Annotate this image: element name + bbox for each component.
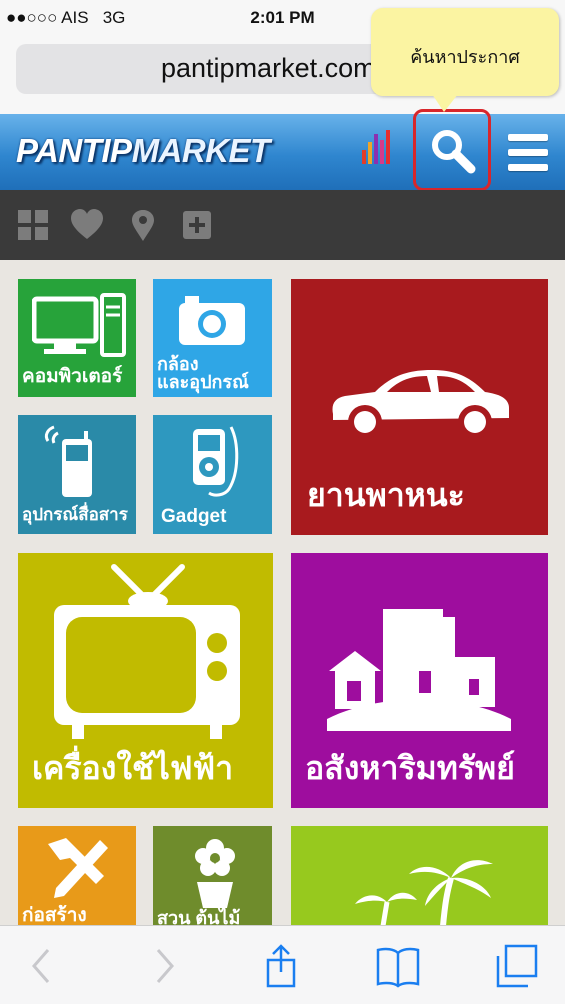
tile-label: สวน ต้นไม้ [157, 908, 241, 926]
tile-garden[interactable]: สวน ต้นไม้ [153, 826, 272, 926]
computer-icon [32, 293, 126, 357]
tile-real-estate[interactable]: อสังหาริมทรัพย์ [291, 553, 548, 808]
phone-icon [44, 425, 92, 497]
plus-icon[interactable] [180, 208, 214, 242]
tile-communication[interactable]: อุปกรณ์สื่อสาร [18, 415, 136, 534]
tile-label: คอมพิวเตอร์ [22, 366, 123, 387]
tile-label: ก่อสร้าง [22, 905, 87, 926]
tile-label: ยานพาหนะ [307, 477, 465, 513]
buildings-icon [327, 609, 511, 731]
forward-icon[interactable] [140, 944, 184, 988]
pantipmarket-logo[interactable]: PANTIPMARKET [16, 132, 270, 170]
tools-icon [48, 838, 108, 898]
search-button[interactable] [413, 109, 491, 191]
back-icon[interactable] [22, 944, 66, 988]
tile-label: กล้อง และอุปกรณ์ [157, 354, 249, 392]
share-icon[interactable] [260, 944, 304, 988]
ipod-icon [193, 426, 239, 497]
equalizer-icon [362, 130, 390, 164]
menu-button[interactable] [508, 132, 548, 172]
plant-icon [195, 839, 235, 908]
location-pin-icon[interactable] [126, 208, 160, 242]
bookmarks-icon[interactable] [376, 944, 420, 988]
tile-label: อสังหาริมทรัพย์ [305, 750, 515, 786]
tile-label: เครื่องใช้ไฟฟ้า [32, 750, 234, 786]
tv-icon [54, 564, 240, 739]
browser-bottom-bar [0, 925, 565, 1004]
search-icon [432, 130, 476, 174]
tile-construction[interactable]: ก่อสร้าง [18, 826, 136, 926]
address-text: pantipmarket.com [161, 53, 376, 83]
tooltip-pointer [432, 94, 458, 112]
tooltip-text: ค้นหาประกาศ [410, 47, 520, 67]
search-tooltip: ค้นหาประกาศ [371, 8, 559, 96]
tile-label: Gadget [161, 506, 227, 527]
tile-travel[interactable] [291, 826, 548, 926]
menu-icon [508, 134, 548, 141]
grid-icon[interactable] [16, 208, 50, 242]
tile-gadget[interactable]: Gadget [153, 415, 272, 534]
tile-camera[interactable]: กล้อง และอุปกรณ์ [153, 279, 272, 397]
tile-label: อุปกรณ์สื่อสาร [22, 505, 128, 524]
palm-tree-icon [355, 860, 493, 926]
tile-appliances[interactable]: เครื่องใช้ไฟฟ้า [18, 553, 273, 808]
car-icon [332, 370, 509, 439]
tile-computer[interactable]: คอมพิวเตอร์ [18, 279, 136, 397]
camera-icon [179, 296, 245, 345]
tile-vehicles[interactable]: ยานพาหนะ [291, 279, 548, 535]
heart-icon[interactable] [70, 208, 104, 242]
category-toolbar [0, 190, 565, 260]
tabs-icon[interactable] [494, 944, 538, 988]
